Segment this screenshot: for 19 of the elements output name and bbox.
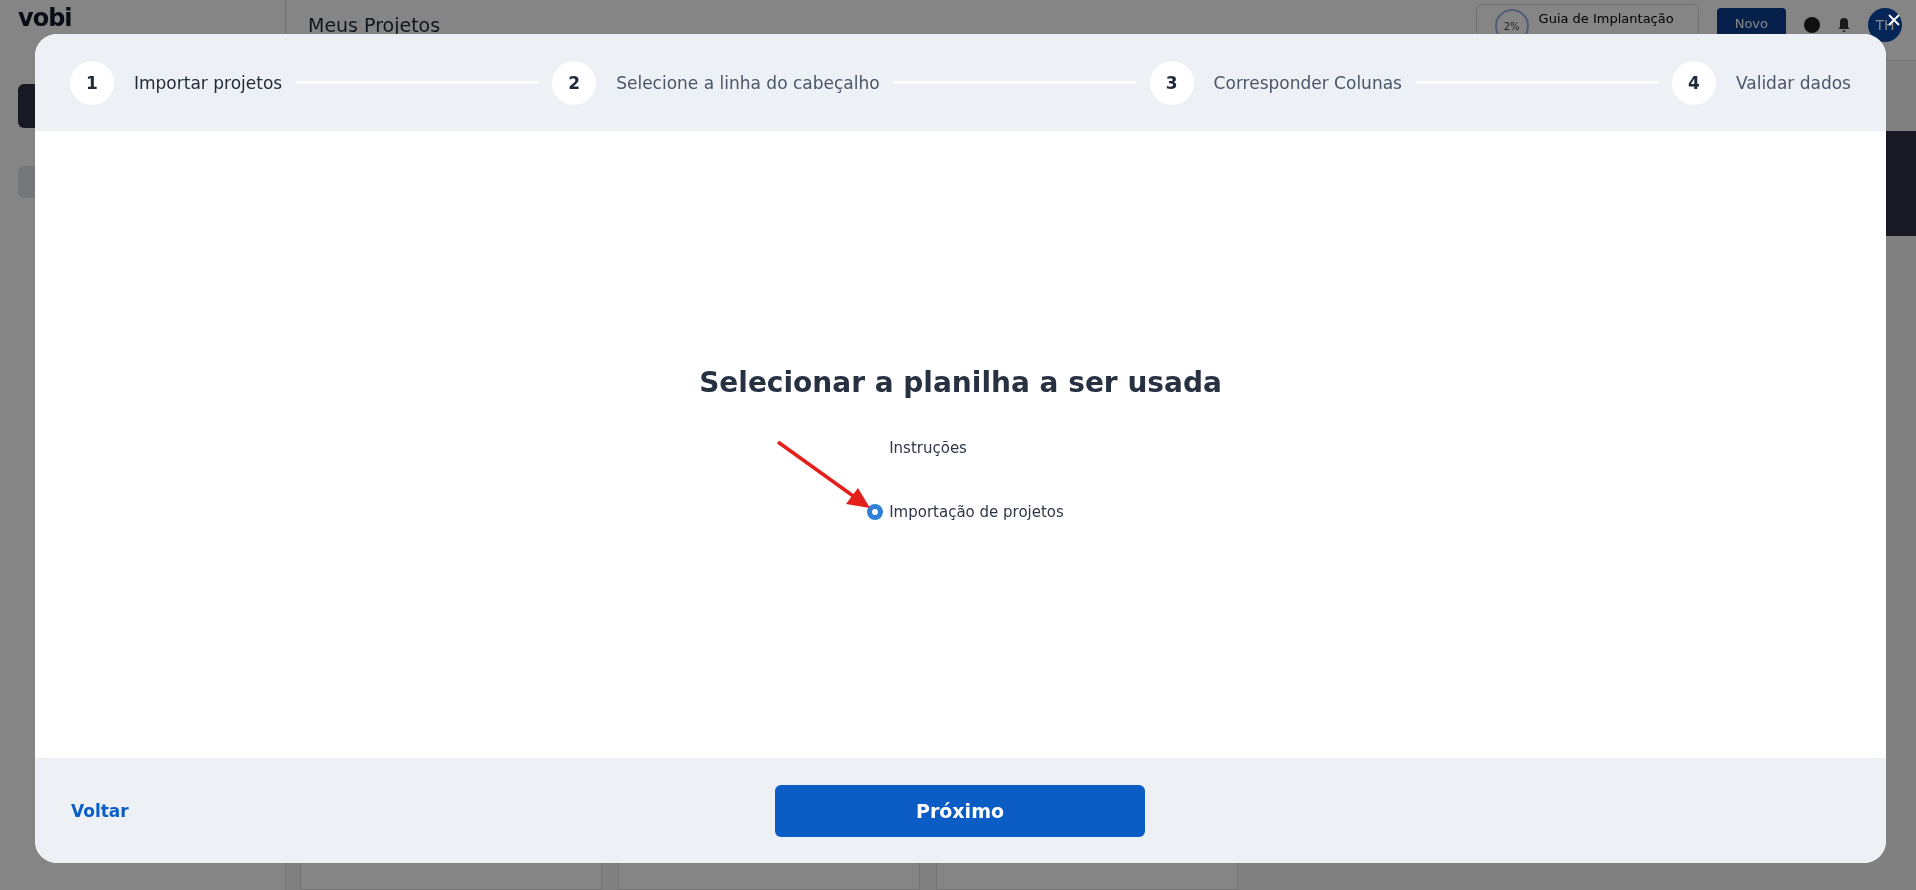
radio-button[interactable]	[867, 504, 884, 520]
dialog-title: Selecionar a planilha a ser usada	[699, 366, 1222, 399]
step-label: Corresponder Colunas	[1213, 72, 1402, 93]
step-label: Validar dados	[1735, 72, 1851, 93]
user-avatar[interactable]: TH	[1868, 8, 1902, 42]
guide-label: Guia de Implantação	[1538, 11, 1674, 27]
step-number: 4	[1671, 60, 1716, 105]
page-title: Meus Projetos	[308, 14, 442, 36]
app-logo: vobi	[18, 4, 73, 32]
step-label: Importar projetos	[134, 72, 283, 93]
step-number: 3	[1149, 60, 1194, 105]
step-number: 1	[70, 60, 114, 105]
next-button[interactable]: Próximo	[775, 784, 1145, 837]
step-number: 2	[552, 60, 597, 105]
bell-icon[interactable]	[1838, 17, 1850, 33]
back-link[interactable]: Voltar	[71, 800, 441, 821]
sheet-option[interactable]: Importação de projetos	[889, 503, 1064, 521]
step-label: Selecione a linha do cabeçalho	[616, 72, 880, 93]
sheet-option[interactable]: Instruções	[889, 439, 967, 457]
